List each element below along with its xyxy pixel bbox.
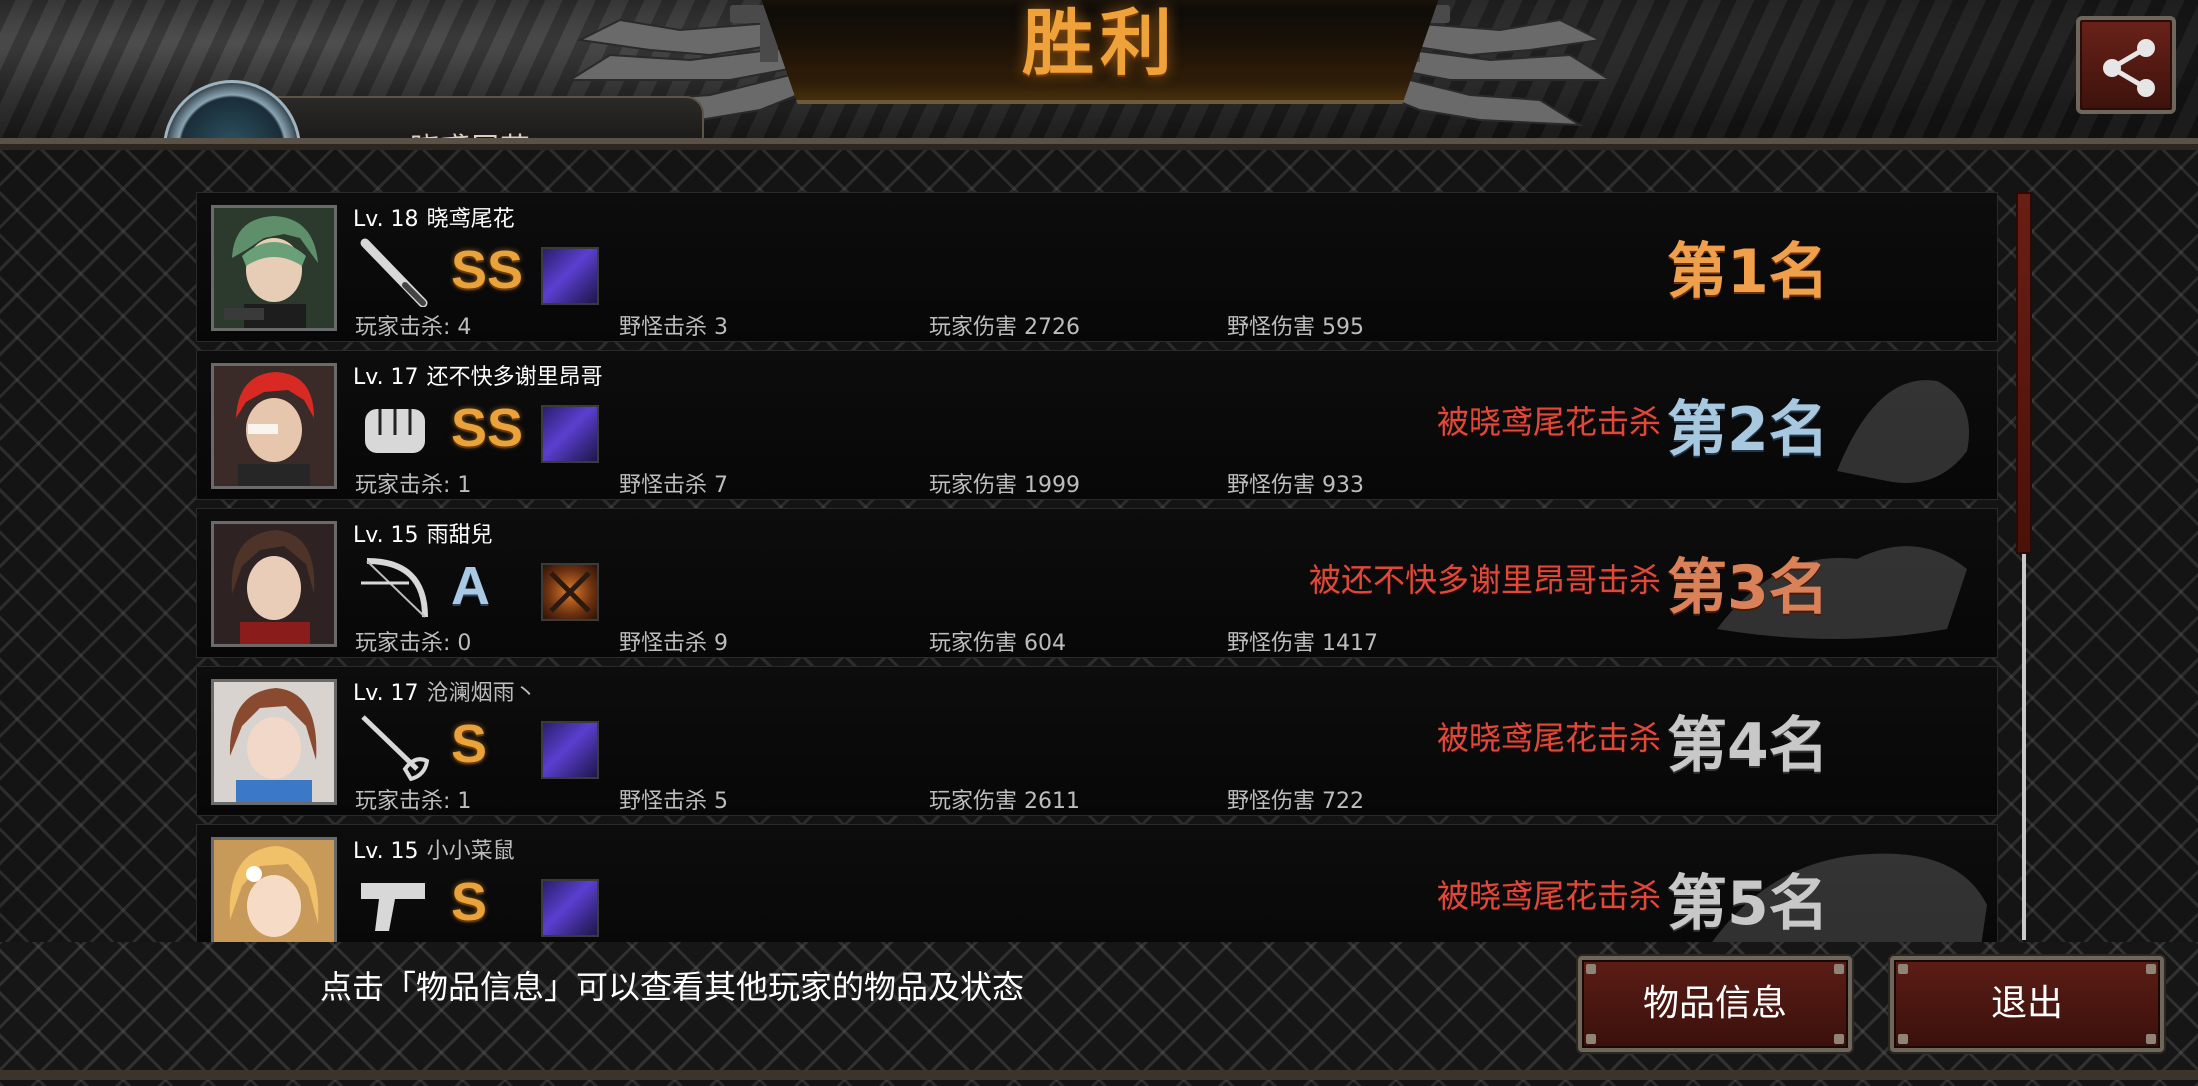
stat-monster-damage: 野怪伤害 1417 (1227, 631, 1378, 656)
killed-by-text: 被晓鸢尾花击杀 (1436, 719, 1661, 757)
rivet (1834, 1034, 1844, 1044)
stat-player-kills: 玩家击杀: 1 (355, 789, 472, 814)
rank-label: 第4名 (1667, 711, 1829, 781)
hint-text: 点击「物品信息」可以查看其他玩家的物品及状态 (320, 968, 1025, 1006)
player-level-name: Lv. 17 沧澜烟雨丶 (353, 675, 537, 707)
player-name: 晓鸢尾花 (426, 207, 515, 232)
fist-icon (365, 409, 425, 453)
rivet (1898, 964, 1908, 974)
player-name: 沧澜烟雨丶 (426, 681, 537, 706)
avatar (211, 521, 337, 647)
rank-label: 第2名 (1667, 395, 1829, 465)
player-level: Lv. 15 (353, 839, 419, 864)
rivet (2146, 1034, 2156, 1044)
stat-player-kills: 玩家击杀: 4 (355, 315, 472, 340)
player-level: Lv. 18 (353, 207, 419, 232)
stat-player-kills: 玩家击杀: 0 (355, 631, 472, 656)
purple-box-icon (541, 405, 599, 463)
killed-by-text: 被晓鸢尾花击杀 (1436, 403, 1661, 441)
grade-badge: SS (451, 240, 524, 300)
rivet (1586, 1034, 1596, 1044)
player-level-name: Lv. 18 晓鸢尾花 (353, 201, 515, 233)
bottom-border (0, 1070, 2198, 1080)
stat-player-damage: 玩家伤害 2726 (929, 315, 1080, 340)
killed-by-text: 被还不快多谢里昂哥击杀 (1308, 561, 1661, 599)
killed-by-text: 被晓鸢尾花击杀 (1436, 877, 1661, 915)
stat-monster-kills: 野怪击杀 7 (619, 473, 728, 498)
player-level-name: Lv. 15 雨甜兒 (353, 517, 493, 549)
stat-player-damage: 玩家伤害 1999 (929, 473, 1080, 498)
pistol-icon (361, 883, 425, 931)
scrollbar-thumb[interactable] (2016, 192, 2032, 554)
player-level: Lv. 15 (353, 523, 419, 548)
purple-box-icon (541, 879, 599, 937)
item-info-label: 物品信息 (1642, 983, 1787, 1024)
stat-monster-damage: 野怪伤害 595 (1227, 315, 1364, 340)
stat-monster-kills: 野怪击杀 9 (619, 631, 728, 656)
stat-player-damage: 玩家伤害 604 (929, 631, 1066, 656)
rank-label: 第5名 (1667, 869, 1829, 939)
stat-player-kills: 玩家击杀: 1 (355, 473, 472, 498)
player-level: Lv. 17 (353, 365, 419, 390)
share-icon (2103, 39, 2155, 97)
purple-box-icon (541, 247, 599, 305)
item-info-button[interactable]: 物品信息 (1578, 956, 1852, 1052)
rivet (1586, 964, 1596, 974)
player-level-name: Lv. 17 还不快多谢里昂哥 (353, 359, 603, 391)
avatar (211, 363, 337, 489)
ranking-row: Lv. 17 沧澜烟雨丶 S 被晓鸢尾花击杀 第4名 玩家击杀: 1 野怪击杀 5… (196, 666, 1998, 816)
grade-badge: A (451, 556, 490, 616)
victory-title: 胜利 (1021, 1, 1178, 85)
ranking-row: Lv. 17 还不快多谢里昂哥 SS 被晓鸢尾花击杀 第2名 玩家击杀: 1 野怪… (196, 350, 1998, 500)
avatar (211, 205, 337, 331)
purple-box-icon (541, 721, 599, 779)
player-level-name: Lv. 15 小小菜鼠 (353, 833, 515, 865)
ranking-row: Lv. 15 小小菜鼠 S 被晓鸢尾花击杀 第5名 (196, 824, 1998, 942)
exit-button[interactable]: 退出 (1890, 956, 2164, 1052)
player-name: 还不快多谢里昂哥 (426, 365, 603, 390)
grade-badge: S (451, 872, 488, 932)
crossed-blades-icon (541, 563, 599, 621)
exit-label: 退出 (1990, 983, 2063, 1024)
player-name: 小小菜鼠 (426, 839, 515, 864)
rapier-icon (361, 715, 430, 781)
player-name: 雨甜兒 (426, 523, 493, 548)
stat-player-damage: 玩家伤害 2611 (929, 789, 1080, 814)
stat-monster-kills: 野怪击杀 3 (619, 315, 728, 340)
ranking-row: Lv. 18 晓鸢尾花 SS 第1名 玩家击杀: 4 野怪击杀 3 玩家伤害 27… (196, 192, 1998, 342)
avatar (211, 679, 337, 805)
stat-monster-damage: 野怪伤害 933 (1227, 473, 1364, 498)
rivet (2146, 964, 2156, 974)
grade-badge: S (451, 714, 488, 774)
grade-badge: SS (451, 398, 524, 458)
ranking-list[interactable]: Lv. 18 晓鸢尾花 SS 第1名 玩家击杀: 4 野怪击杀 3 玩家伤害 27… (186, 186, 2008, 942)
rivet (1898, 1034, 1908, 1044)
stat-monster-kills: 野怪击杀 5 (619, 789, 728, 814)
player-level: Lv. 17 (353, 681, 419, 706)
rank-label: 第3名 (1667, 553, 1829, 623)
bow-icon (361, 558, 428, 618)
rank-label: 第1名 (1667, 237, 1829, 307)
share-button[interactable] (2076, 16, 2176, 114)
bat-icon (360, 238, 428, 307)
ranking-row: Lv. 15 雨甜兒 A 被还不快多谢里昂哥击杀 第3名 玩家击杀: 0 野怪击杀… (196, 508, 1998, 658)
avatar (211, 837, 337, 942)
rivet (1834, 964, 1844, 974)
stat-monster-damage: 野怪伤害 722 (1227, 789, 1364, 814)
